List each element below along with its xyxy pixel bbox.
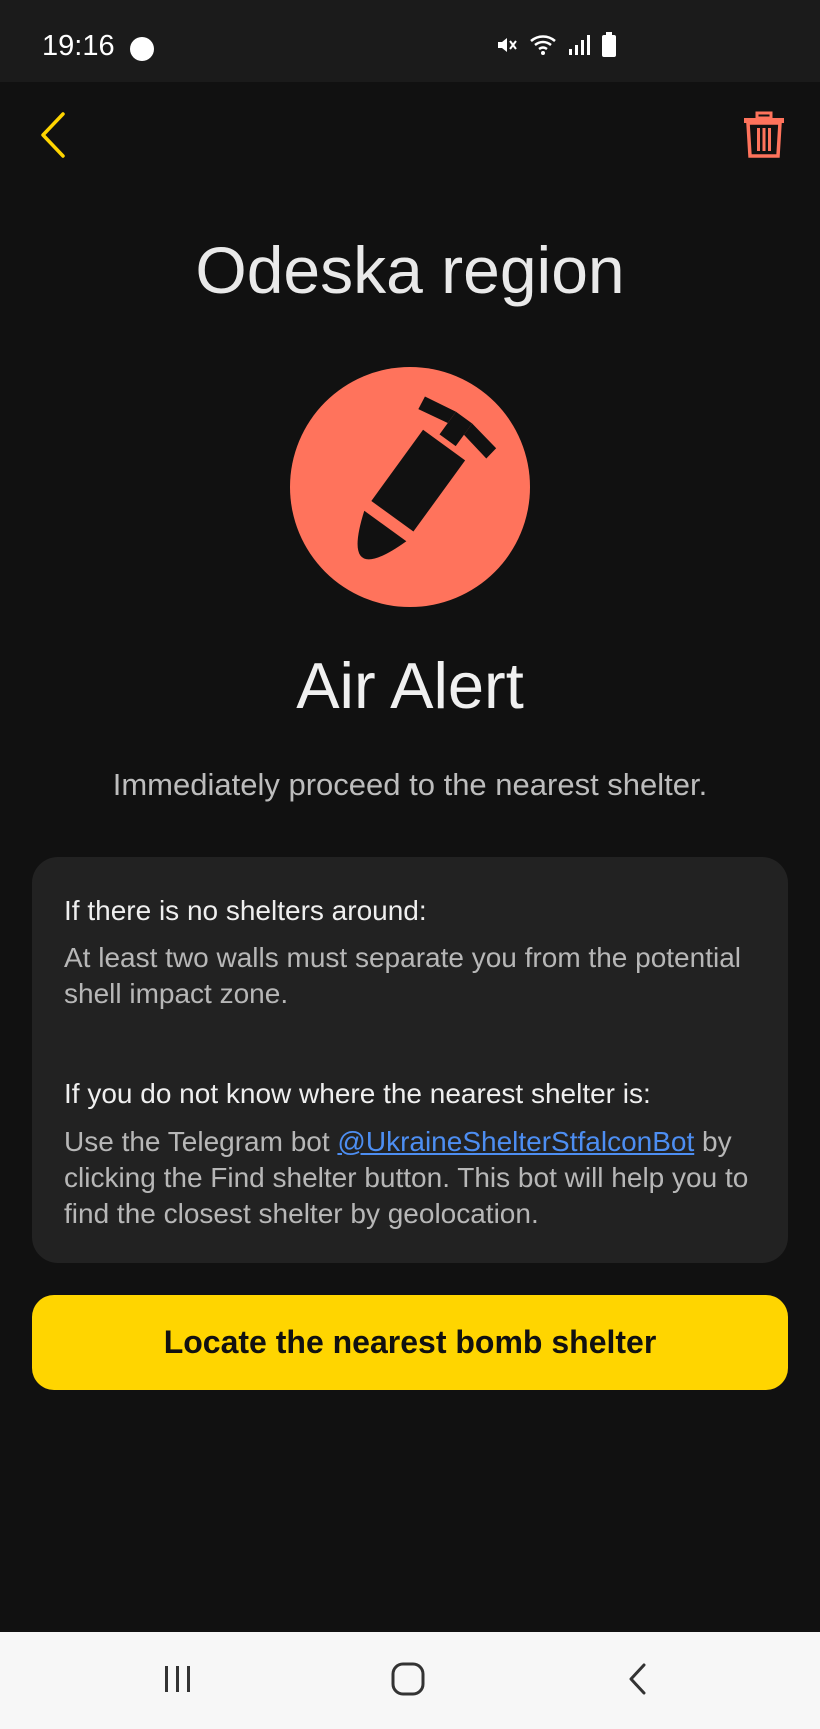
no-shelter-text: At least two walls must separate you fro… xyxy=(64,942,741,1009)
unknown-shelter-heading: If you do not know where the nearest she… xyxy=(64,1078,651,1109)
battery-icon xyxy=(601,32,617,58)
notification-app-icon xyxy=(130,37,154,61)
alert-subtitle: Immediately proceed to the nearest shelt… xyxy=(112,767,708,802)
back-button[interactable] xyxy=(30,108,76,166)
chevron-left-icon xyxy=(38,111,68,164)
home-button[interactable] xyxy=(378,1660,438,1702)
bomb-icon xyxy=(290,367,530,607)
info-card: If there is no shelters around: At least… xyxy=(32,857,788,1263)
no-shelter-heading: If there is no shelters around: xyxy=(64,895,427,926)
status-icons xyxy=(495,32,617,58)
region-title: Odeska region xyxy=(195,233,625,307)
unknown-text-prefix: Use the Telegram bot xyxy=(64,1126,338,1157)
delete-button[interactable] xyxy=(738,108,790,166)
mute-icon xyxy=(495,33,519,57)
telegram-bot-link[interactable]: @UkraineShelterStfalconBot xyxy=(337,1126,694,1157)
wifi-icon xyxy=(529,33,557,57)
alert-title: Air Alert xyxy=(296,649,524,722)
status-time: 19:16 xyxy=(42,30,115,62)
status-bar: 19:16 xyxy=(0,0,820,82)
recent-apps-icon xyxy=(161,1664,195,1699)
signal-icon xyxy=(567,33,591,57)
system-nav-bar xyxy=(0,1632,820,1729)
back-icon xyxy=(626,1662,650,1701)
recent-apps-button[interactable] xyxy=(148,1660,208,1702)
home-icon xyxy=(390,1661,426,1702)
system-back-button[interactable] xyxy=(608,1660,668,1702)
unknown-shelter-text: Use the Telegram bot @UkraineShelterStfa… xyxy=(64,1124,764,1232)
locate-shelter-button[interactable]: Locate the nearest bomb shelter xyxy=(32,1295,788,1390)
trash-icon xyxy=(743,110,785,165)
